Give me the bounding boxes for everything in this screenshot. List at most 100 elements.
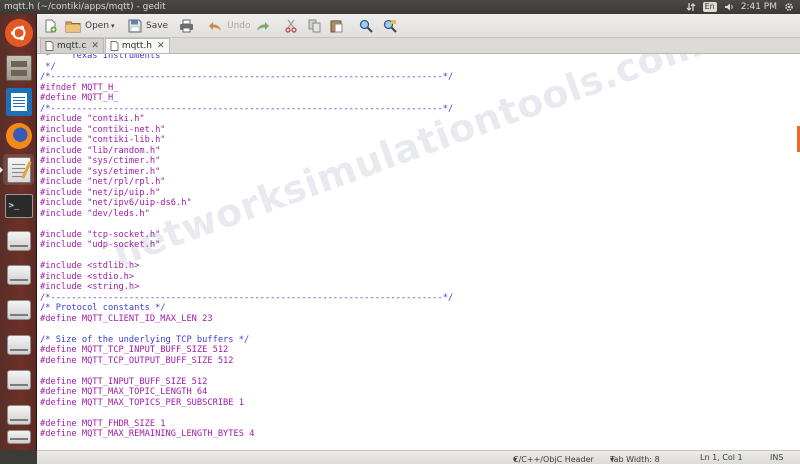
undo-button[interactable]: Undo bbox=[208, 16, 251, 36]
scissors-icon bbox=[285, 19, 297, 33]
code-line: #include <stdlib.h> bbox=[40, 261, 140, 271]
code-line: #include "contiki-lib.h" bbox=[40, 135, 166, 145]
dash-button[interactable] bbox=[3, 17, 34, 48]
save-button[interactable]: Save bbox=[128, 16, 168, 36]
window-title: mqtt.h (~/contiki/apps/mqtt) - gedit bbox=[4, 2, 166, 12]
ubuntu-logo-icon bbox=[4, 18, 33, 47]
clock[interactable]: 2:41 PM bbox=[741, 2, 777, 12]
code-line: */ bbox=[40, 61, 56, 72]
drive-launcher-3[interactable] bbox=[3, 294, 34, 325]
gear-icon[interactable] bbox=[784, 2, 794, 12]
writer-launcher[interactable] bbox=[3, 86, 34, 117]
code-line: #define MQTT_MAX_TOPIC_LENGTH 64 bbox=[40, 387, 208, 397]
tab-mqtt-c[interactable]: mqtt.c ✕ bbox=[40, 38, 104, 53]
drive-launcher-5[interactable] bbox=[3, 364, 34, 395]
code-line: #include "net/rpl/rpl.h" bbox=[40, 177, 166, 187]
chevron-down-icon: ▾ bbox=[513, 455, 518, 464]
cursor-position: Ln 1, Col 1 bbox=[700, 453, 743, 462]
close-icon[interactable]: ✕ bbox=[91, 41, 99, 51]
new-document-icon bbox=[45, 19, 57, 32]
code-line: #define MQTT_CLIENT_ID_MAX_LEN 23 bbox=[40, 313, 213, 324]
code-line: /* Protocol constants */ bbox=[40, 303, 166, 313]
code-line: #include "contiki.h" bbox=[40, 114, 145, 124]
code-line: * Texas Instruments bbox=[40, 54, 161, 61]
code-line: #ifndef MQTT_H_ bbox=[40, 82, 119, 93]
code-view: * Texas Instruments *//*----------------… bbox=[40, 54, 453, 440]
copy-button[interactable] bbox=[308, 16, 321, 36]
tab-mqtt-h[interactable]: mqtt.h ✕ bbox=[104, 38, 170, 53]
drive-icon bbox=[6, 334, 31, 355]
status-bar: C/C++/ObjC Header ▾ Tab Width: 8 ▾ Ln 1,… bbox=[37, 450, 800, 464]
redo-icon bbox=[257, 21, 269, 31]
undo-icon bbox=[209, 21, 221, 31]
code-line: #include "net/ip/uip.h" bbox=[40, 187, 161, 198]
code-line: #include <stdio.h> bbox=[40, 271, 135, 282]
search-button[interactable] bbox=[359, 16, 373, 36]
drive-icon bbox=[6, 264, 31, 285]
code-line: /*--------------------------------------… bbox=[40, 292, 454, 303]
printer-icon bbox=[180, 19, 193, 32]
document-icon bbox=[110, 41, 119, 51]
tab-label: mqtt.c bbox=[57, 41, 87, 51]
code-line: #include "tcp-socket.h" bbox=[40, 229, 161, 240]
code-line: #include "contiki-net.h" bbox=[40, 124, 166, 135]
drive-launcher-2[interactable] bbox=[3, 259, 34, 290]
drive-icon bbox=[6, 404, 31, 425]
text-editor[interactable]: * Texas Instruments *//*----------------… bbox=[37, 54, 800, 450]
drive-icon bbox=[6, 299, 31, 320]
terminal-icon: >_ bbox=[4, 193, 33, 218]
code-line: #include "net/ipv6/uip-ds6.h" bbox=[40, 198, 192, 208]
keyboard-layout-indicator[interactable]: En bbox=[702, 2, 717, 12]
gedit-launcher[interactable] bbox=[0, 154, 34, 185]
folder-icon bbox=[65, 21, 81, 32]
drive-launcher-4[interactable] bbox=[3, 329, 34, 360]
redo-button[interactable] bbox=[255, 16, 270, 36]
files-launcher[interactable] bbox=[3, 52, 34, 83]
open-label: Open bbox=[85, 20, 110, 31]
chevron-down-icon: ▾ bbox=[610, 455, 615, 464]
code-line: #include "lib/random.h" bbox=[40, 145, 161, 156]
code-line: #define MQTT_TCP_INPUT_BUFF_SIZE 512 bbox=[40, 345, 229, 355]
paste-button[interactable] bbox=[330, 16, 343, 36]
code-line: #include "udp-socket.h" bbox=[40, 240, 161, 250]
copy-icon bbox=[308, 19, 321, 32]
find-replace-icon bbox=[383, 19, 397, 33]
code-line: #include <string.h> bbox=[40, 282, 140, 292]
volume-icon[interactable] bbox=[724, 2, 734, 12]
top-panel: mqtt.h (~/contiki/apps/mqtt) - gedit En … bbox=[0, 0, 800, 14]
document-icon bbox=[5, 87, 32, 116]
indicator-area: En 2:41 PM bbox=[686, 2, 800, 12]
save-label: Save bbox=[146, 20, 169, 31]
code-line: #define MQTT_MAX_TOPICS_PER_SUBSCRIBE 1 bbox=[40, 397, 244, 408]
code-line: #include "sys/etimer.h" bbox=[40, 166, 161, 177]
code-line: #define MQTT_MAX_REMAINING_LENGTH_BYTES … bbox=[40, 429, 255, 439]
code-line: #include "sys/ctimer.h" bbox=[40, 156, 161, 166]
tab-width-label: Tab Width: 8 bbox=[610, 455, 660, 464]
firefox-launcher[interactable] bbox=[3, 120, 34, 151]
print-button[interactable] bbox=[179, 16, 194, 36]
code-line: /*--------------------------------------… bbox=[40, 72, 454, 82]
code-line: /* Size of the underlying TCP buffers */ bbox=[40, 334, 250, 345]
toolbar: Open ▾ Save Undo bbox=[37, 14, 800, 38]
code-line: /*--------------------------------------… bbox=[40, 103, 454, 114]
terminal-launcher[interactable]: >_ bbox=[3, 190, 34, 221]
text-editor-icon bbox=[6, 156, 32, 183]
code-line: #define MQTT_TCP_OUTPUT_BUFF_SIZE 512 bbox=[40, 355, 234, 366]
document-tabs: mqtt.c ✕ mqtt.h ✕ bbox=[37, 38, 800, 54]
drive-launcher-7[interactable] bbox=[3, 426, 34, 448]
code-line: #define MQTT_H_ bbox=[40, 93, 119, 103]
launcher: >_ bbox=[0, 14, 37, 450]
new-document-button[interactable] bbox=[43, 16, 57, 36]
drive-icon bbox=[6, 430, 31, 444]
open-dropdown-button[interactable]: ▾ bbox=[111, 16, 115, 36]
cut-button[interactable] bbox=[285, 16, 297, 36]
replace-button[interactable] bbox=[383, 16, 397, 36]
drive-launcher-1[interactable] bbox=[3, 225, 34, 256]
undo-label: Undo bbox=[227, 20, 251, 31]
open-button[interactable]: Open bbox=[65, 16, 109, 36]
close-icon[interactable]: ✕ bbox=[157, 41, 165, 51]
network-icon[interactable] bbox=[686, 2, 696, 12]
